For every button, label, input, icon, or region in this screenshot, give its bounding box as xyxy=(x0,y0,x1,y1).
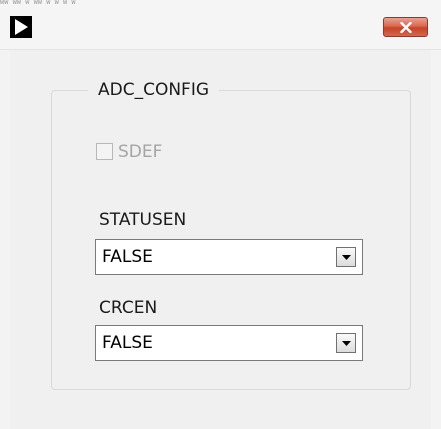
window-frame-left xyxy=(0,50,10,429)
crcen-label: CRCEN xyxy=(99,298,158,318)
window-frame-right xyxy=(431,50,441,429)
statusen-dropdown[interactable]: FALSE xyxy=(95,239,363,275)
crcen-dropdown-button[interactable] xyxy=(336,333,356,353)
window-title: WW WW W WW W W W W xyxy=(0,0,76,6)
crcen-selected-value: FALSE xyxy=(102,333,153,353)
statusen-dropdown-button[interactable] xyxy=(336,247,356,267)
dialog-window: WW WW W WW W W W W ADC_CONFIG SDEF STATU… xyxy=(0,0,441,429)
crcen-dropdown[interactable]: FALSE xyxy=(95,325,363,361)
statusen-selected-value: FALSE xyxy=(102,247,153,267)
close-icon xyxy=(400,22,412,33)
chevron-down-icon xyxy=(342,341,351,346)
sdef-checkbox-label: SDEF xyxy=(118,142,163,162)
app-play-icon[interactable] xyxy=(10,16,32,38)
sdef-checkbox[interactable] xyxy=(96,143,113,160)
statusen-label: STATUSEN xyxy=(99,210,187,230)
chevron-down-icon xyxy=(342,255,351,260)
title-bar[interactable]: WW WW W WW W W W W xyxy=(0,0,441,50)
close-button[interactable] xyxy=(383,17,428,37)
groupbox-title: ADC_CONFIG xyxy=(88,77,220,103)
